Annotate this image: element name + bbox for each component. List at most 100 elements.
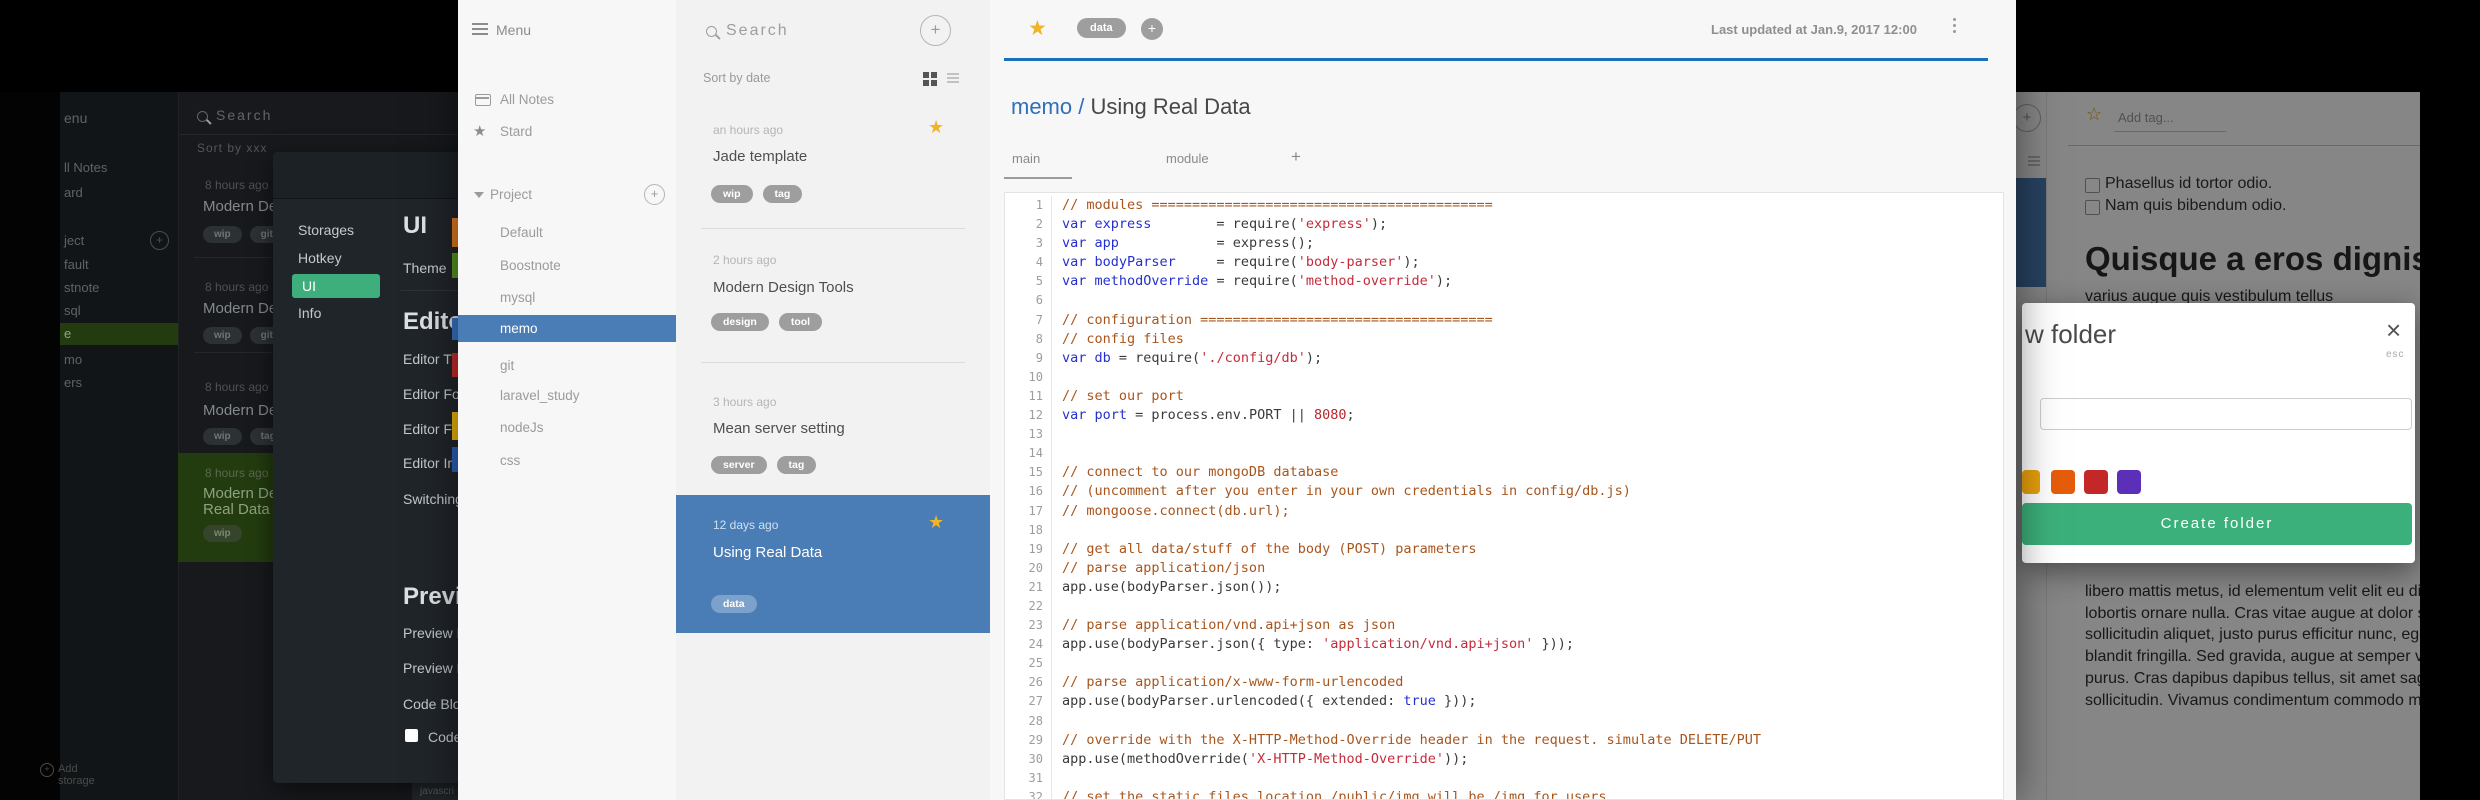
note-list-item-selected[interactable]: 12 days ago ★ Using Real Data data <box>676 495 990 633</box>
settings-tab[interactable]: Hotkey <box>298 250 342 266</box>
create-folder-button[interactable]: Create folder <box>2022 503 2412 545</box>
code-text: // parse application/x-www-form-urlencod… <box>1062 674 1404 691</box>
line-number: 32 <box>1005 787 1052 799</box>
sidebar-folder[interactable]: Boostnote <box>500 258 561 273</box>
note-tag[interactable]: tag <box>762 185 803 203</box>
code-line: 14 <box>1005 444 2003 464</box>
list-view-icon[interactable] <box>947 73 959 75</box>
note-title[interactable]: Real Data <box>203 501 270 518</box>
code-editor[interactable]: 1 // modules ============================… <box>1004 192 2004 800</box>
more-menu-icon[interactable] <box>1953 18 1956 21</box>
line-number: 13 <box>1005 425 1052 445</box>
code-line: 8 // config files <box>1005 329 2003 349</box>
selected-note-strip[interactable] <box>2016 178 2046 287</box>
star-icon[interactable]: ★ <box>1028 16 1047 41</box>
syntax-mode-badge[interactable]: javascri <box>412 783 458 800</box>
sidebar-item[interactable]: ers <box>64 375 82 390</box>
note-tag[interactable]: design <box>711 313 769 331</box>
sidebar-item-all-notes[interactable]: All Notes <box>500 92 554 107</box>
todo-item: Nam quis bibendum odio. <box>2105 197 2287 214</box>
color-swatch[interactable] <box>2022 470 2040 494</box>
add-folder-button[interactable]: + <box>150 231 169 250</box>
all-notes-icon <box>474 94 491 106</box>
sidebar-item[interactable]: enu <box>64 110 87 126</box>
color-swatch[interactable] <box>2084 470 2108 494</box>
note-tag[interactable]: server <box>711 456 767 474</box>
chevron-down-icon[interactable] <box>474 192 484 198</box>
add-tag-button[interactable]: + <box>1141 18 1163 40</box>
new-note-button[interactable]: + <box>2016 104 2041 132</box>
folder-name-input[interactable] <box>2040 398 2412 430</box>
sidebar-folder[interactable]: git <box>500 358 514 373</box>
settings-item[interactable]: Theme <box>403 260 447 276</box>
sidebar-item-starred[interactable]: Stard <box>500 124 532 139</box>
sidebar-item[interactable]: mo <box>64 352 82 367</box>
list-view-icon[interactable] <box>2028 156 2040 158</box>
sort-label[interactable]: Sort by xxx <box>197 141 267 155</box>
code-line: 16 // (uncomment after you enter in your … <box>1005 482 2003 502</box>
code-line: 23 // parse application/vnd.api+json as j… <box>1005 616 2003 636</box>
sidebar-item[interactable]: ard <box>64 185 83 200</box>
code-line: 20 // parse application/json <box>1005 558 2003 578</box>
note-tag[interactable]: tool <box>778 313 823 331</box>
settings-item[interactable]: Preview F <box>403 660 465 676</box>
add-storage-label[interactable]: Add storage <box>58 763 95 787</box>
todo-checkbox[interactable] <box>2085 178 2100 193</box>
note-tags: wip git <box>203 327 284 344</box>
tab-main[interactable]: main <box>1012 151 1040 166</box>
sidebar-item[interactable]: ject <box>64 233 84 248</box>
note-tag[interactable]: wip <box>203 226 242 243</box>
settings-tab[interactable]: Info <box>298 305 321 321</box>
add-folder-button[interactable]: + <box>644 184 665 205</box>
note-title: Using Real Data <box>1090 94 1251 119</box>
close-icon[interactable]: × <box>2386 315 2401 346</box>
breadcrumb-folder[interactable]: memo <box>1011 94 1072 119</box>
note-tag[interactable]: wip <box>203 428 242 445</box>
color-swatch[interactable] <box>2117 470 2141 494</box>
sidebar-item[interactable]: ll Notes <box>64 160 107 175</box>
project-label[interactable]: Project <box>490 187 532 202</box>
sidebar-folder[interactable]: laravel_study <box>500 388 580 403</box>
sidebar-item[interactable]: sql <box>64 303 81 318</box>
line-number: 12 <box>1005 406 1052 426</box>
sidebar-item[interactable]: stnote <box>64 280 99 295</box>
sidebar-folder[interactable]: css <box>500 453 520 468</box>
todo-checkbox[interactable] <box>2085 200 2100 215</box>
sort-label[interactable]: Sort by date <box>703 71 770 85</box>
settings-item[interactable]: Preview F <box>403 625 465 641</box>
new-note-button[interactable]: + <box>920 15 951 46</box>
note-tag[interactable]: data <box>711 595 757 613</box>
search-input[interactable]: Search <box>216 107 272 123</box>
color-swatch[interactable] <box>2051 470 2075 494</box>
note-tag[interactable]: data <box>1077 18 1126 38</box>
hamburger-icon[interactable] <box>472 23 488 25</box>
selected-folder-row[interactable]: e <box>60 323 178 345</box>
code-line: 12 var port = process.env.PORT || 8080; <box>1005 406 2003 426</box>
editor-pane: ★ data + Last updated at Jan.9, 2017 12:… <box>990 0 2016 800</box>
sidebar-folder[interactable]: mysql <box>500 290 535 305</box>
search-input[interactable]: Search <box>726 22 789 40</box>
note-tag[interactable]: wip <box>203 525 242 542</box>
note-date: an hours ago <box>713 123 784 137</box>
settings-item[interactable]: Code Blo <box>403 696 461 712</box>
sidebar-folder-selected[interactable]: memo <box>458 315 676 342</box>
note-tag[interactable]: tag <box>776 456 817 474</box>
grid-view-icon[interactable] <box>923 72 929 78</box>
star-icon[interactable]: ☆ <box>2086 104 2102 125</box>
add-tag-input[interactable]: Add tag... <box>2118 110 2174 125</box>
menu-label[interactable]: Menu <box>496 22 531 38</box>
settings-item[interactable]: Code <box>428 729 461 745</box>
settings-tab-active[interactable]: UI <box>292 274 380 298</box>
folder-label: e <box>64 326 72 341</box>
tab-module[interactable]: module <box>1166 151 1209 166</box>
note-tag[interactable]: wip <box>203 327 242 344</box>
note-tag[interactable]: wip <box>711 185 753 203</box>
settings-item[interactable]: Switching <box>403 491 463 507</box>
sidebar-folder[interactable]: Default <box>500 225 543 240</box>
sidebar-folder[interactable]: nodeJs <box>500 420 544 435</box>
checkbox[interactable] <box>405 729 418 742</box>
new-tab-button[interactable]: + <box>1291 147 1301 167</box>
settings-tab[interactable]: Storages <box>298 222 354 238</box>
sidebar-item[interactable]: fault <box>64 257 89 272</box>
